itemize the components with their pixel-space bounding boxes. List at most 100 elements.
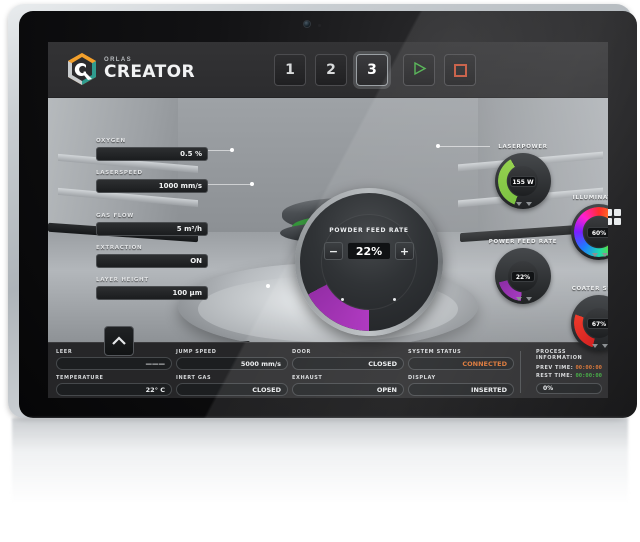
process-rest-time-row: REST TIME: 00:00:00 [536,373,602,379]
gauge-notch-left-laserpower [516,202,522,206]
application-screen: ORLAS CREATOR 1 2 3 OXYGEN 0.5 % LASERSP… [48,42,608,398]
field-oxygen: OXYGEN 0.5 % [96,138,208,161]
status-label-temperature: TEMPERATURE [56,375,104,381]
process-progress-bar: 0% [536,383,602,394]
field-label-laserspeed: LASERSPEED [96,170,143,176]
status-label-system-status: SYSTEM STATUS [408,349,462,355]
orlas-hex-logo-icon [66,52,98,86]
process-prev-time-value: 00:00:00 [575,365,603,371]
status-label-inert-gas: INERT GAS [176,375,212,381]
tab-button-3[interactable]: 3 [356,54,388,86]
status-label-jump-speed: JUMP SPEED [176,349,217,355]
status-system-status: SYSTEM STATUS CONNECTED [408,349,514,370]
process-prev-time-row: PREV TIME: 00:00:00 [536,365,602,371]
gauge-hub-illumination: 60% [584,217,608,247]
field-label-gas-flow: GAS FLOW [96,213,135,219]
gauge-value-coater-speed: 67% [587,317,608,329]
play-icon [412,61,427,80]
gauge-notch-left-pfr [516,297,522,301]
status-value-display[interactable]: INSERTED [408,383,514,396]
callout-line-laser [438,146,490,147]
gauge-label-illumination: ILLUMINATION [572,195,608,201]
gauge-value-illumination: 60% [587,226,608,238]
dial-controls: − 22% + [295,242,443,260]
process-prev-time-label: PREV TIME: [536,365,574,371]
field-label-oxygen: OXYGEN [96,138,126,144]
status-value-system-status[interactable]: CONNECTED [408,357,514,370]
callout-dot-oxygen [230,148,234,152]
callout-dot-gas [250,182,254,186]
toolbar-buttons: 1 2 3 [274,54,476,86]
gauge-label-coater-speed: COATER SPEED [571,286,608,292]
stop-icon [453,63,467,77]
status-label-display: DISPLAY [408,375,436,381]
callout-dot-plate [266,284,270,288]
camera-sensor-icon [318,24,321,27]
status-label-door: DOOR [292,349,311,355]
status-column-2: JUMP SPEED 5000 mm/s INERT GAS CLOSED [176,349,288,398]
screenshot-stage: ORLAS CREATOR 1 2 3 OXYGEN 0.5 % LASERSP… [0,0,640,542]
field-value-extraction[interactable]: ON [96,254,208,268]
callout-dot-laser [436,144,440,148]
field-value-laserspeed[interactable]: 1000 mm/s [96,179,208,193]
gauge-notch-right-illum [602,253,608,257]
dial-marker-right [393,298,396,301]
start-button[interactable] [403,54,435,86]
status-jump-speed: JUMP SPEED 5000 mm/s [176,349,288,370]
gauge-laserpower[interactable]: LASERPOWER 155 W [495,144,551,209]
gauge-power-feed-rate[interactable]: POWER FEED RATE 22% [489,239,557,304]
field-value-gas-flow[interactable]: 5 m³/h [96,222,208,236]
gauge-value-power-feed-rate: 22% [511,270,535,282]
status-value-inert-gas[interactable]: CLOSED [176,383,288,396]
status-value-temperature[interactable]: 22° C [56,383,172,396]
gauge-notch-right-laserpower [526,202,532,206]
status-inert-gas: INERT GAS CLOSED [176,375,288,396]
status-value-leer[interactable]: ——— [56,357,172,370]
increase-button[interactable]: + [395,242,414,260]
status-value-jump-speed[interactable]: 5000 mm/s [176,357,288,370]
field-label-extraction: EXTRACTION [96,245,143,251]
status-column-1: LEER ——— TEMPERATURE 22° C [56,349,172,398]
powder-feed-rate-dial[interactable]: POWDER FEED RATE − 22% + [295,188,443,336]
parameter-panel-left: OXYGEN 0.5 % LASERSPEED 1000 mm/s GAS FL… [96,138,208,309]
status-door: DOOR CLOSED [292,349,404,370]
stop-button[interactable] [444,54,476,86]
tablet-reflection [12,418,628,538]
dial-value: 22% [347,242,391,260]
tab-button-1[interactable]: 1 [274,54,306,86]
process-information-panel: PROCESS INFORMATION PREV TIME: 00:00:00 … [536,349,602,394]
gauge-illumination[interactable]: ILLUMINATION 60% [571,195,608,260]
gauge-label-power-feed-rate: POWER FEED RATE [488,239,558,245]
status-divider [520,351,521,393]
field-gas-flow: GAS FLOW 5 m³/h [96,213,208,236]
dial-title: POWDER FEED RATE [329,227,409,234]
decrease-button[interactable]: − [324,242,343,260]
gauge-notch-right-pfr [526,297,532,301]
collapse-panel-button[interactable] [104,326,134,356]
tab-button-2[interactable]: 2 [315,54,347,86]
gauge-hub-coater-speed: 67% [584,308,608,338]
status-label-exhaust: EXHAUST [292,375,323,381]
status-exhaust: EXHAUST OPEN [292,375,404,396]
gauge-notch-left-illum [592,253,598,257]
status-column-3: DOOR CLOSED EXHAUST OPEN [292,349,404,398]
status-column-4: SYSTEM STATUS CONNECTED DISPLAY INSERTED [408,349,514,398]
process-rest-time-label: REST TIME: [536,373,573,379]
gauge-hub-power-feed-rate: 22% [508,261,538,291]
process-rest-time-value: 00:00:00 [575,373,603,379]
app-toolbar: ORLAS CREATOR 1 2 3 [48,42,608,98]
dial-marker-left [341,298,344,301]
field-extraction: EXTRACTION ON [96,245,208,268]
field-value-oxygen[interactable]: 0.5 % [96,147,208,161]
app-logo: ORLAS CREATOR [66,52,195,86]
gauge-value-laserpower: 155 W [510,175,536,187]
tablet-device-frame: ORLAS CREATOR 1 2 3 OXYGEN 0.5 % LASERSP… [8,4,637,418]
status-value-door[interactable]: CLOSED [292,357,404,370]
field-label-layer-height: LAYER HEIGHT [96,277,149,283]
gauge-coater-speed[interactable]: COATER SPEED 67% [571,286,608,351]
front-camera-icon [304,21,310,27]
field-layer-height: LAYER HEIGHT 100 µm [96,277,208,300]
status-value-exhaust[interactable]: OPEN [292,383,404,396]
status-display: DISPLAY INSERTED [408,375,514,396]
field-value-layer-height[interactable]: 100 µm [96,286,208,300]
